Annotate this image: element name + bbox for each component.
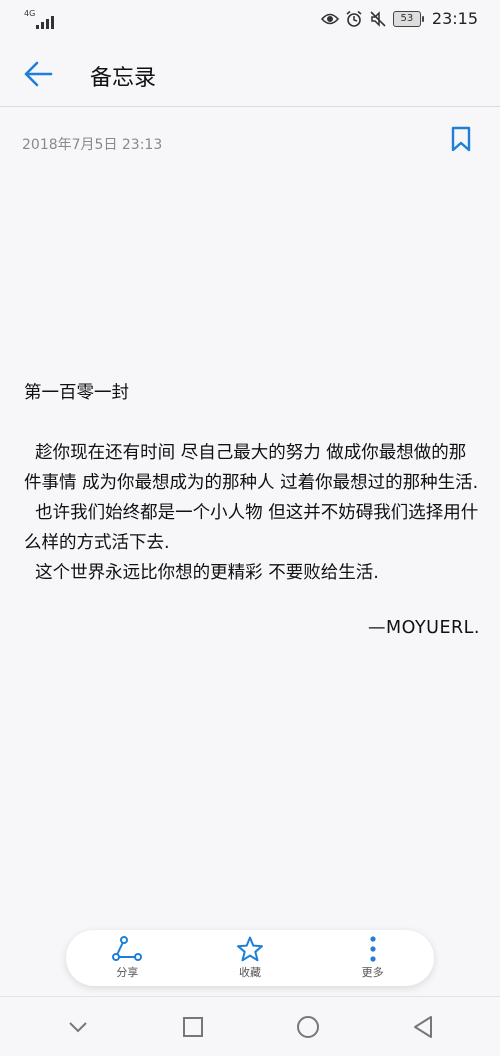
nav-hide-button[interactable] bbox=[58, 1007, 98, 1047]
more-vertical-icon bbox=[370, 936, 376, 962]
share-button[interactable]: 分享 bbox=[82, 932, 172, 984]
memo-screen: 4G 53 23:15 备忘录 2018年7月5日 23:13 第一百零一封 趁… bbox=[0, 0, 500, 1056]
bookmark-button[interactable] bbox=[448, 124, 474, 154]
nav-back-icon bbox=[413, 1015, 432, 1038]
note-paragraph: 趁你现在还有时间 尽自己最大的努力 做成你最想做的那件事情 成为你最想成为的那种… bbox=[24, 443, 479, 493]
status-icons: 53 23:15 bbox=[320, 9, 478, 28]
star-icon bbox=[236, 936, 263, 962]
nav-home-icon bbox=[296, 1015, 319, 1038]
alarm-icon bbox=[345, 10, 363, 28]
arrow-left-icon bbox=[24, 61, 53, 87]
status-time: 23:15 bbox=[431, 9, 478, 28]
eye-icon bbox=[320, 10, 339, 28]
note-signature: —MOYUERL. bbox=[368, 618, 480, 638]
nav-down-icon bbox=[68, 1021, 87, 1032]
system-nav-bar bbox=[0, 996, 500, 1056]
favorite-button[interactable]: 收藏 bbox=[205, 932, 295, 984]
status-bar: 4G 53 23:15 bbox=[0, 0, 500, 42]
mute-icon bbox=[369, 10, 387, 28]
nav-recents-button[interactable] bbox=[173, 1007, 213, 1047]
nav-recents-icon bbox=[182, 1016, 203, 1037]
nav-back-button[interactable] bbox=[403, 1007, 443, 1047]
share-icon bbox=[112, 936, 143, 961]
share-label: 分享 bbox=[116, 966, 139, 979]
more-label: 更多 bbox=[361, 966, 384, 979]
page-title: 备忘录 bbox=[90, 66, 157, 91]
title-bar: 备忘录 bbox=[0, 42, 500, 107]
note-paragraph: 也许我们始终都是一个小人物 但这并不妨碍我们选择用什么样的方式活下去. bbox=[24, 503, 479, 553]
nav-home-button[interactable] bbox=[288, 1007, 328, 1047]
battery-level: 53 bbox=[392, 10, 421, 27]
battery-icon: 53 bbox=[392, 10, 424, 27]
favorite-label: 收藏 bbox=[238, 966, 261, 979]
note-paragraph: 这个世界永远比你想的更精彩 不要败给生活. bbox=[24, 563, 379, 583]
bookmark-icon bbox=[451, 126, 471, 152]
action-bar: 分享 收藏 更多 bbox=[66, 930, 434, 986]
signal-indicator: 4G bbox=[24, 9, 54, 29]
more-button[interactable]: 更多 bbox=[328, 932, 418, 984]
back-button[interactable] bbox=[20, 56, 56, 92]
note-timestamp: 2018年7月5日 23:13 bbox=[22, 137, 163, 153]
note-content[interactable]: 第一百零一封 趁你现在还有时间 尽自己最大的努力 做成你最想做的那件事情 成为你… bbox=[24, 378, 480, 643]
signal-bars-icon bbox=[36, 16, 54, 29]
network-type: 4G bbox=[24, 9, 36, 18]
note-title: 第一百零一封 bbox=[24, 383, 129, 403]
